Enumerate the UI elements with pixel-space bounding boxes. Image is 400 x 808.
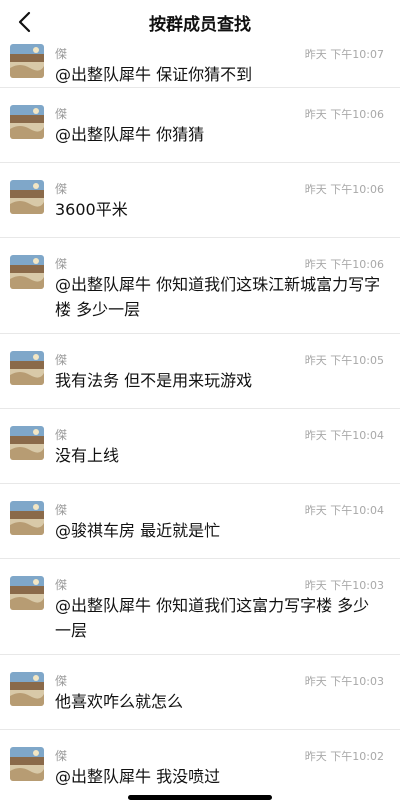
- message-text: @出整队犀牛 你知道我们这珠江新城富力写字楼 多少一层: [55, 275, 381, 319]
- sender-name: 傑: [55, 257, 68, 271]
- message-row[interactable]: 傑 昨天 下午10:04 没有上线: [0, 409, 400, 484]
- avatar[interactable]: [10, 672, 44, 706]
- avatar[interactable]: [10, 44, 44, 78]
- message-row[interactable]: 傑 昨天 下午10:05 我有法务 但不是用来玩游戏: [0, 334, 400, 409]
- message-text: @骏祺车房 最近就是忙: [55, 521, 221, 540]
- message-row[interactable]: 傑 昨天 下午10:04 @骏祺车房 最近就是忙: [0, 484, 400, 559]
- sender-name: 傑: [55, 107, 68, 121]
- message-time: 昨天 下午10:03: [304, 579, 384, 592]
- message-time: 昨天 下午10:06: [304, 108, 384, 121]
- avatar[interactable]: [10, 576, 44, 610]
- message-text: 我有法务 但不是用来玩游戏: [55, 371, 253, 390]
- sender-name: 傑: [55, 182, 68, 196]
- avatar[interactable]: [10, 105, 44, 139]
- message-time: 昨天 下午10:03: [304, 675, 384, 688]
- message-row[interactable]: 傑 昨天 下午10:06 @出整队犀牛 你知道我们这珠江新城富力写字楼 多少一层: [0, 238, 400, 334]
- message-row[interactable]: 傑 昨天 下午10:06 3600平米: [0, 163, 400, 238]
- message-list[interactable]: 傑 昨天 下午10:07 @出整队犀牛 保证你猜不到 傑 昨天 下午10:06 …: [0, 44, 400, 808]
- message-row[interactable]: 傑 昨天 下午10:02 @出整队犀牛 我没喷过: [0, 730, 400, 805]
- message-text: @出整队犀牛 保证你猜不到: [55, 65, 253, 84]
- page-title: 按群成员查找: [149, 15, 251, 35]
- message-text: @出整队犀牛 你猜猜: [55, 125, 205, 144]
- message-time: 昨天 下午10:02: [304, 750, 384, 763]
- avatar[interactable]: [10, 501, 44, 535]
- sender-name: 傑: [55, 503, 68, 517]
- message-time: 昨天 下午10:04: [304, 429, 384, 442]
- message-row[interactable]: 傑 昨天 下午10:07 @出整队犀牛 保证你猜不到: [0, 44, 400, 88]
- message-row[interactable]: 傑 昨天 下午10:03 他喜欢咋么就怎么: [0, 655, 400, 730]
- home-indicator: [128, 795, 272, 800]
- message-text: @出整队犀牛 你知道我们这富力写字楼 多少一层: [55, 596, 370, 640]
- message-time: 昨天 下午10:06: [304, 183, 384, 196]
- message-text: 他喜欢咋么就怎么: [55, 692, 184, 711]
- sender-name: 傑: [55, 749, 68, 763]
- avatar[interactable]: [10, 351, 44, 385]
- message-row[interactable]: 傑 昨天 下午10:06 @出整队犀牛 你猜猜: [0, 88, 400, 163]
- message-time: 昨天 下午10:07: [304, 48, 384, 61]
- message-time: 昨天 下午10:06: [304, 258, 384, 271]
- message-text: @出整队犀牛 我没喷过: [55, 767, 221, 786]
- avatar[interactable]: [10, 255, 44, 289]
- sender-name: 傑: [55, 578, 68, 592]
- sender-name: 傑: [55, 674, 68, 688]
- sender-name: 傑: [55, 47, 68, 61]
- message-text: 没有上线: [55, 446, 120, 465]
- message-time: 昨天 下午10:04: [304, 504, 384, 517]
- message-text: 3600平米: [55, 200, 128, 219]
- message-row[interactable]: 傑 昨天 下午10:03 @出整队犀牛 你知道我们这富力写字楼 多少一层: [0, 559, 400, 655]
- avatar[interactable]: [10, 747, 44, 781]
- sender-name: 傑: [55, 353, 68, 367]
- avatar[interactable]: [10, 426, 44, 460]
- sender-name: 傑: [55, 428, 68, 442]
- message-time: 昨天 下午10:05: [304, 354, 384, 367]
- nav-bar: 按群成员查找: [0, 0, 400, 44]
- avatar[interactable]: [10, 180, 44, 214]
